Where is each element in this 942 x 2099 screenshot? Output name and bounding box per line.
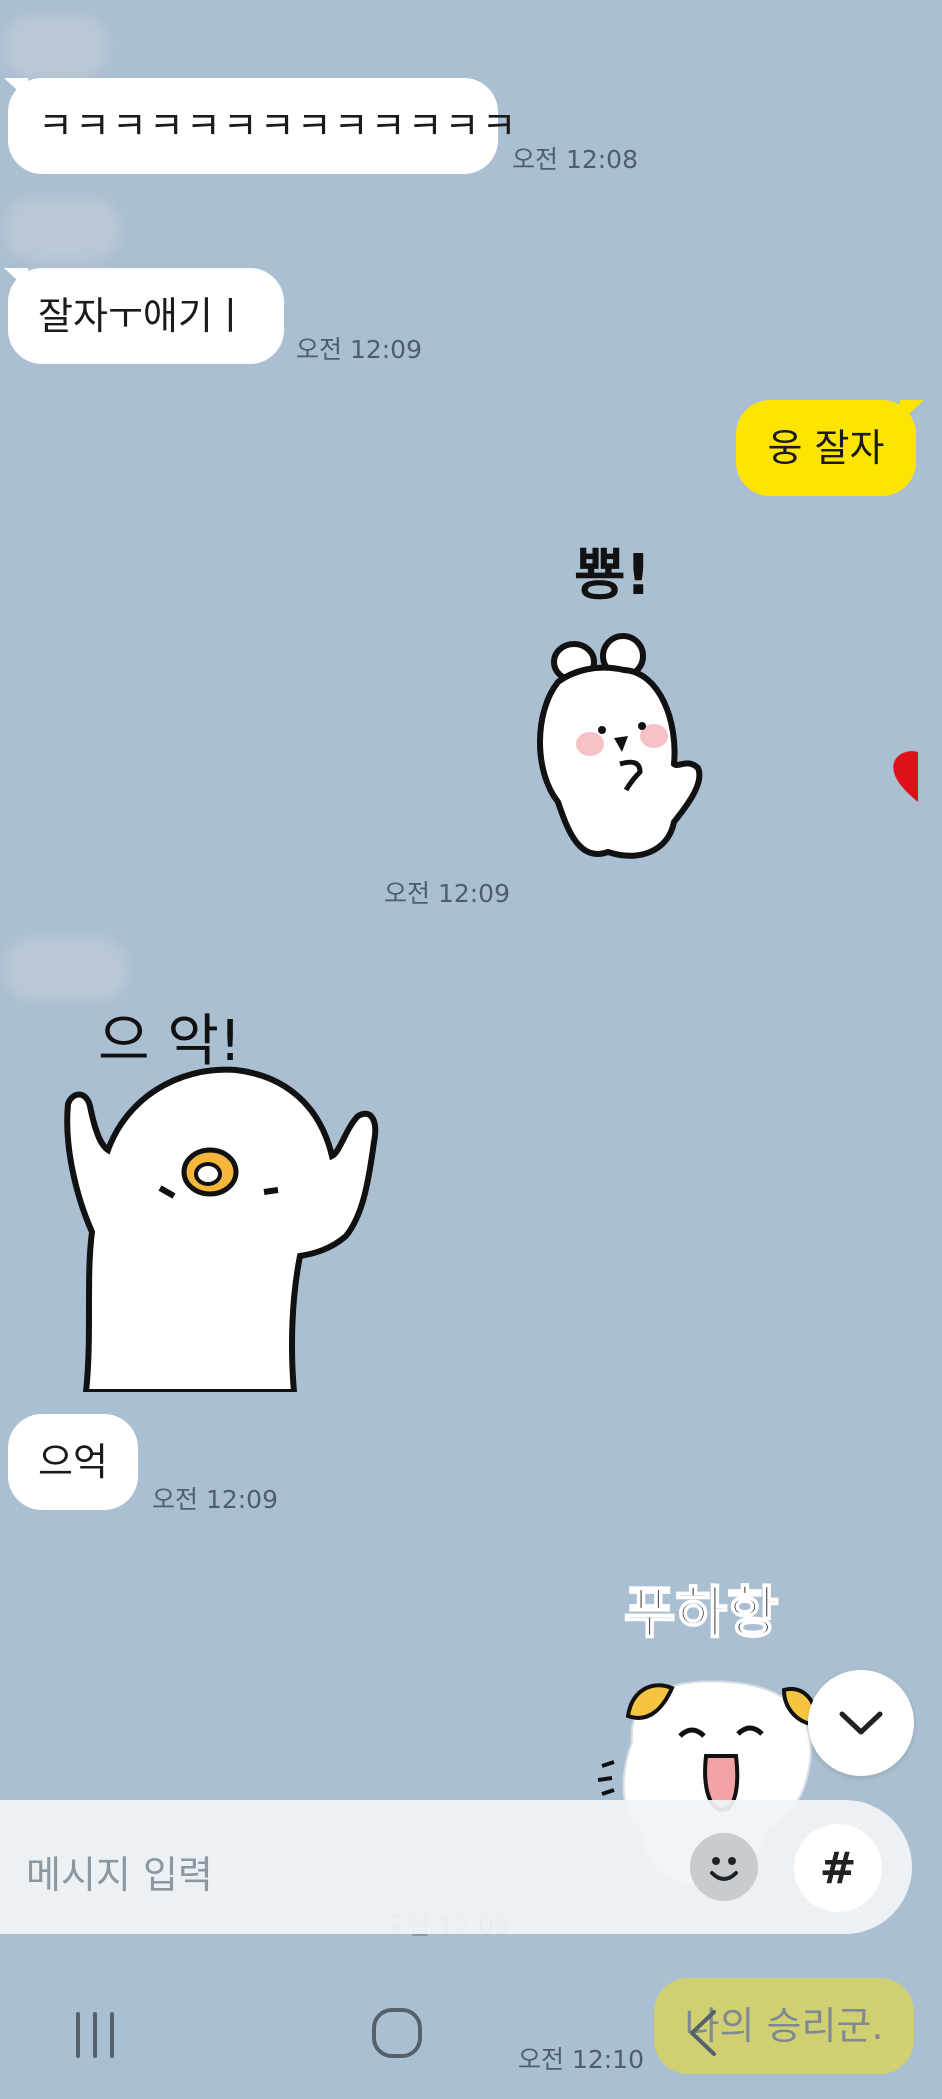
recent-apps-icon [76, 2012, 114, 2058]
message-text: 웅 잘자 [767, 426, 885, 470]
home-button[interactable] [370, 2006, 424, 2060]
message-input[interactable]: 메시지 입력 [26, 1844, 213, 1899]
sticker-duck[interactable]: 으 악! [56, 996, 396, 1392]
message-bubble[interactable]: ㅋㅋㅋㅋㅋㅋㅋㅋㅋㅋㅋㅋㅋ [8, 78, 516, 174]
sender-name-blurred [4, 16, 108, 78]
smiley-face-icon [710, 1857, 738, 1881]
hash-label: # [819, 1842, 857, 1894]
sticker-caption: 푸하항 [624, 1581, 779, 1646]
message-input-bar: 메시지 입력 # [0, 1800, 912, 1934]
bubble-tail [900, 400, 924, 422]
message-time: 오전 12:08 [512, 145, 638, 174]
message-bubble-outgoing[interactable]: 웅 잘자 [736, 400, 916, 496]
chevron-down-icon [839, 1711, 883, 1735]
sticker-caption: 으 악! [98, 1009, 241, 1074]
message-time: 오전 12:09 [384, 879, 510, 908]
heart-icon[interactable] [890, 748, 920, 808]
message-text: ㅋㅋㅋㅋㅋㅋㅋㅋㅋㅋㅋㅋㅋ [38, 104, 519, 148]
sender-name-blurred [4, 198, 120, 260]
home-icon [372, 2008, 422, 2058]
back-icon [690, 2010, 716, 2056]
emoji-button[interactable] [690, 1833, 758, 1901]
message-time: 오전 12:09 [152, 1485, 278, 1514]
sender-name-blurred [4, 938, 128, 1000]
scroll-down-button[interactable] [808, 1670, 914, 1776]
message-bubble[interactable]: 잘자ㅜ애기ㅣ [8, 268, 284, 364]
message-text: 잘자ㅜ애기ㅣ [38, 294, 248, 338]
back-button[interactable] [680, 2006, 730, 2060]
sticker-caption: 뿅! [574, 543, 651, 608]
message-time: 오전 12:10 [518, 2045, 644, 2074]
recent-apps-button[interactable] [70, 2010, 120, 2060]
hashtag-search-button[interactable]: # [794, 1824, 882, 1912]
message-bubble[interactable]: 으억 [8, 1414, 138, 1510]
message-text: 으억 [38, 1440, 108, 1484]
message-time: 오전 12:09 [296, 335, 422, 364]
sticker-bear[interactable]: 뿅! [528, 532, 718, 872]
